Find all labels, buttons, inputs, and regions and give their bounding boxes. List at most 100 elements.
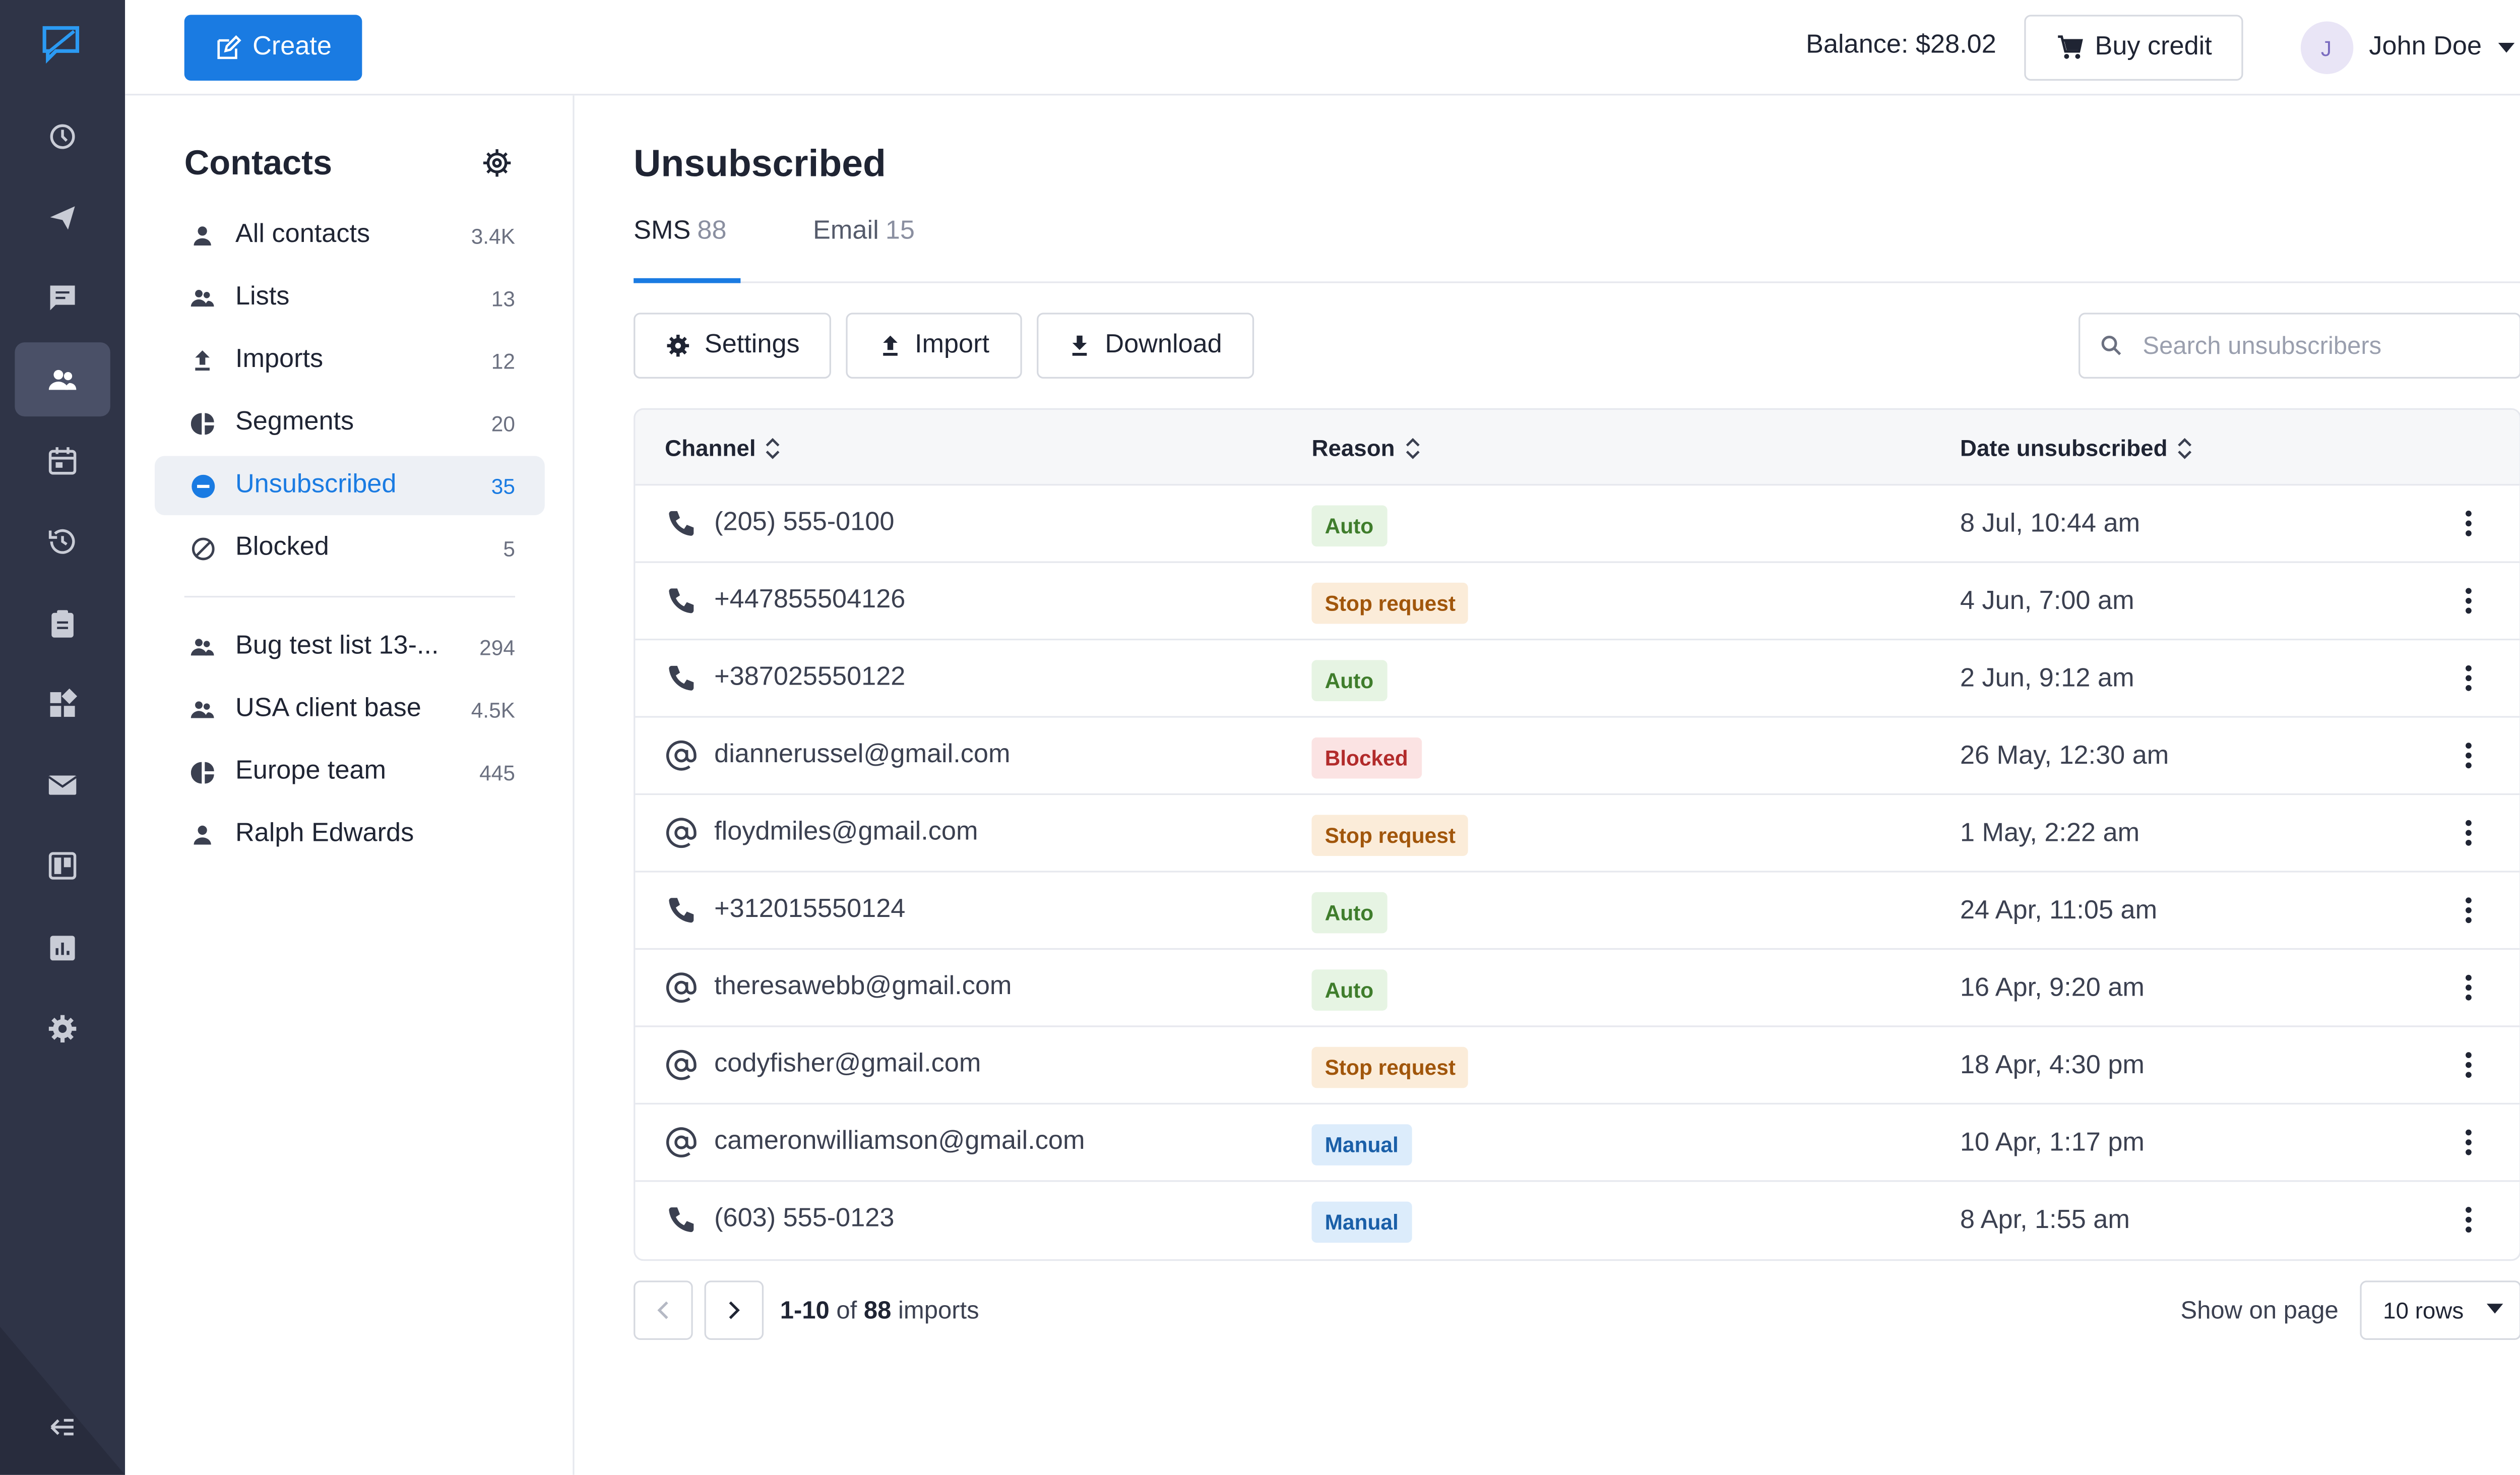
table-row[interactable]: +387025550122 Auto 2 Jun, 9:12 am (635, 640, 2520, 718)
row-menu-icon[interactable] (2452, 1047, 2485, 1083)
create-button[interactable]: Create (184, 15, 362, 81)
top-bar: Create Balance: $28.02 Buy credit J John… (125, 0, 2520, 96)
at-icon (665, 739, 698, 772)
sidebar-item-label: Unsubscribed (235, 470, 397, 499)
row-menu-icon[interactable] (2452, 505, 2485, 541)
mail-icon[interactable] (43, 765, 82, 805)
chevron-right-icon (729, 1301, 740, 1319)
collapse-icon[interactable] (43, 1407, 82, 1447)
sidebar-list-ralph-edwards[interactable]: Ralph Edwards (155, 805, 545, 865)
column-label: Channel (665, 435, 756, 461)
sidebar-list-bug-test[interactable]: Bug test list 13-... 294 (155, 617, 545, 677)
row-menu-icon[interactable] (2452, 969, 2485, 1006)
gear-icon[interactable] (480, 147, 513, 179)
date-cell: 10 Apr, 1:17 pm (1960, 1129, 2145, 1157)
channel-value: +387025550122 (714, 663, 906, 692)
sort-icon (766, 437, 780, 459)
table-row[interactable]: +312015550124 Auto 24 Apr, 11:05 am (635, 873, 2520, 950)
apps-icon[interactable] (43, 685, 82, 724)
phone-icon (665, 662, 698, 695)
sidebar-item-unsubscribed[interactable]: Unsubscribed 35 (154, 456, 545, 516)
reason-badge: Stop request (1311, 815, 1469, 856)
reason-badge: Manual (1311, 1124, 1412, 1165)
sidebar-item-label: Lists (235, 283, 290, 312)
date-cell: 18 Apr, 4:30 pm (1960, 1052, 2145, 1080)
buy-credit-label: Buy credit (2095, 33, 2212, 61)
row-menu-icon[interactable] (2452, 660, 2485, 696)
sidebar-item-segments[interactable]: Segments 20 (155, 393, 545, 453)
calendar-icon[interactable] (43, 441, 82, 480)
sidebar-item-lists[interactable]: Lists 13 (155, 268, 545, 328)
reason-badge: Auto (1311, 892, 1387, 934)
settings-icon[interactable] (43, 1009, 82, 1049)
board-icon[interactable] (43, 846, 82, 885)
tab-email[interactable]: Email 15 (813, 217, 915, 283)
sidebar-item-imports[interactable]: Imports 12 (155, 331, 545, 390)
rows-per-page-select[interactable]: 10 rows (2360, 1280, 2520, 1340)
tab-count: 88 (697, 217, 727, 245)
row-menu-icon[interactable] (2452, 583, 2485, 619)
contacts-icon[interactable] (43, 360, 82, 400)
balance-text: Balance: $28.02 (1806, 31, 1996, 59)
user-menu[interactable]: J John Doe (2300, 20, 2515, 76)
tab-count: 15 (885, 217, 915, 245)
clipboard-icon[interactable] (43, 604, 82, 643)
sidebar-item-count: 35 (491, 473, 516, 498)
prev-page-button[interactable] (634, 1280, 693, 1340)
pagination-range: 1-10 (780, 1297, 830, 1325)
sidebar-item-all-contacts[interactable]: All contacts 3.4K (155, 206, 545, 265)
chat-icon[interactable] (43, 278, 82, 318)
next-page-button[interactable] (704, 1280, 764, 1340)
sidebar-list-usa-client-base[interactable]: USA client base 4.5K (155, 680, 545, 740)
column-header-channel[interactable]: Channel (665, 435, 780, 461)
table-row[interactable]: +447855504126 Stop request 4 Jun, 7:00 am (635, 563, 2520, 641)
buy-credit-button[interactable]: Buy credit (2024, 15, 2243, 81)
row-menu-icon[interactable] (2452, 738, 2485, 774)
logo-icon[interactable] (41, 25, 81, 64)
reason-badge: Auto (1311, 505, 1387, 547)
date-cell: 8 Apr, 1:55 am (1960, 1206, 2130, 1235)
channel-tabs: SMS 88 Email 15 (634, 198, 2520, 283)
table-row[interactable]: cameronwilliamson@gmail.com Manual 10 Apr,… (635, 1104, 2520, 1182)
date-cell: 1 May, 2:22 am (1960, 820, 2140, 848)
caret-down-icon (2486, 1304, 2503, 1314)
table-row[interactable]: codyfisher@gmail.com Stop request 18 Apr, … (635, 1027, 2520, 1105)
search-input[interactable] (2143, 331, 2472, 360)
channel-cell: cameronwilliamson@gmail.com (665, 1126, 1085, 1158)
sidebar-item-count: 294 (479, 634, 516, 659)
row-menu-icon[interactable] (2452, 892, 2485, 929)
table-row[interactable]: floydmiles@gmail.com Stop request 1 May, 2… (635, 795, 2520, 873)
row-menu-icon[interactable] (2452, 815, 2485, 851)
download-button[interactable]: Download (1037, 313, 1254, 379)
import-button[interactable]: Import (846, 313, 1022, 379)
sidebar-item-count: 4.5K (471, 697, 516, 722)
channel-cell: (603) 555-0123 (665, 1203, 894, 1236)
row-menu-icon[interactable] (2452, 1124, 2485, 1160)
table-row[interactable]: diannerussel@gmail.com Blocked 26 May, 12:… (635, 718, 2520, 795)
column-header-date[interactable]: Date unsubscribed (1960, 435, 2192, 461)
restore-icon[interactable] (43, 522, 82, 561)
row-menu-icon[interactable] (2452, 1202, 2485, 1238)
pagination-of: of (836, 1297, 857, 1325)
table-row[interactable]: theresawebb@gmail.com Auto 16 Apr, 9:20 am (635, 950, 2520, 1027)
column-header-reason[interactable]: Reason (1311, 435, 1419, 461)
upload-icon (883, 335, 898, 356)
channel-value: cameronwilliamson@gmail.com (714, 1127, 1085, 1156)
sidebar-item-label: Europe team (235, 757, 387, 785)
create-label: Create (253, 33, 332, 61)
channel-value: codyfisher@gmail.com (714, 1050, 981, 1078)
tab-sms[interactable]: SMS 88 (634, 217, 741, 283)
sidebar-item-blocked[interactable]: Blocked 5 (155, 519, 545, 578)
sidebar-item-count: 445 (479, 759, 516, 784)
date-cell: 24 Apr, 11:05 am (1960, 897, 2158, 926)
sidebar-divider (184, 596, 516, 598)
table-row[interactable]: (603) 555-0123 Manual 8 Apr, 1:55 am (635, 1182, 2519, 1259)
send-icon[interactable] (43, 198, 82, 237)
history-icon[interactable] (43, 117, 82, 156)
person-icon (190, 222, 216, 249)
table-row[interactable]: (205) 555-0100 Auto 8 Jul, 10:44 am (635, 485, 2520, 563)
download-label: Download (1105, 331, 1222, 359)
sidebar-list-europe-team[interactable]: Europe team 445 (155, 743, 545, 802)
settings-button[interactable]: Settings (634, 313, 831, 379)
analytics-icon[interactable] (43, 929, 82, 968)
